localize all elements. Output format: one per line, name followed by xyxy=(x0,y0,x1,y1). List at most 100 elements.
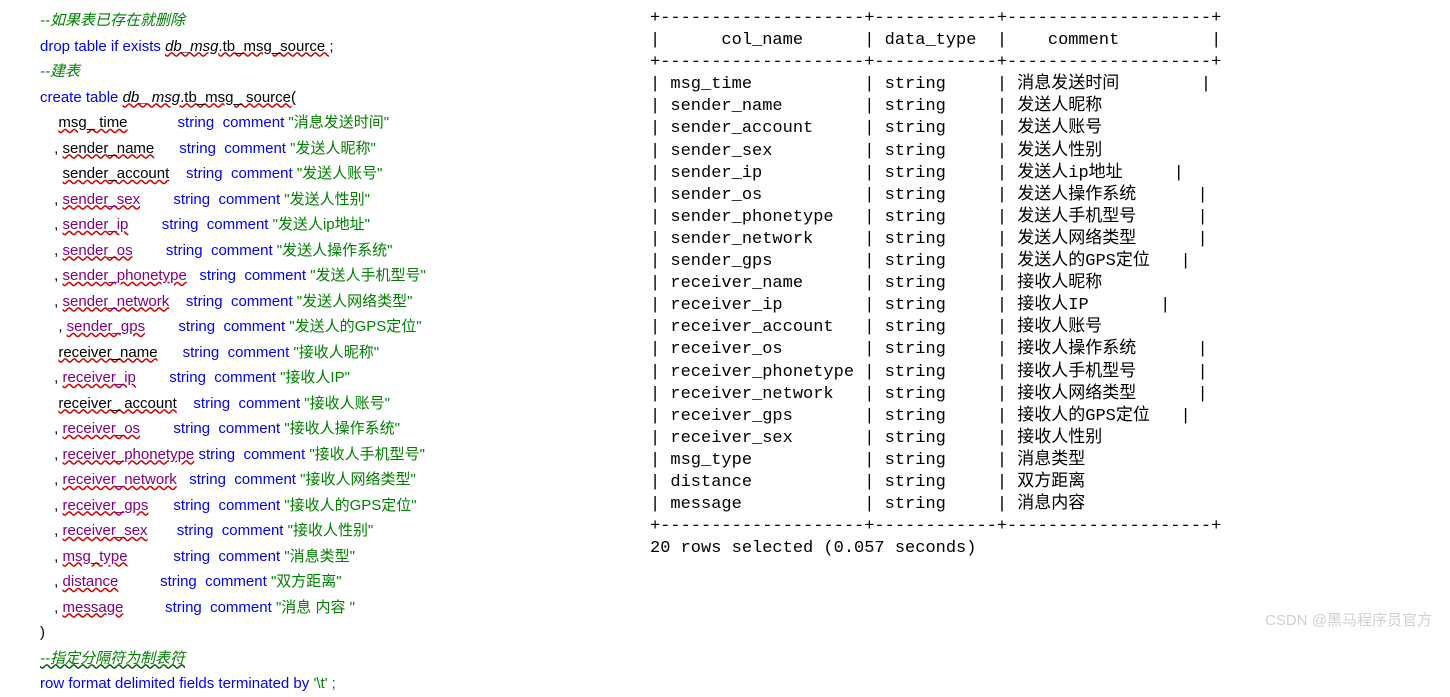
close-paren: ) xyxy=(40,624,45,641)
type-kw: string xyxy=(178,114,223,131)
column-name: receiver_network xyxy=(63,471,177,488)
punct: , xyxy=(50,497,63,514)
column-name: receiver_ip xyxy=(63,369,136,386)
spacing xyxy=(154,140,179,157)
spacing xyxy=(140,420,173,437)
comment-kw: comment xyxy=(218,191,284,208)
type-kw: string xyxy=(183,344,228,361)
type-kw: string xyxy=(189,471,234,488)
table-row: | sender_gps | string | 发送人的GPS定位 | xyxy=(640,251,1450,273)
column-def: receiver_ account string comment "接收人账号" xyxy=(50,391,630,417)
table-body: | msg_time | string | 消息发送时间 | | sender_n… xyxy=(640,74,1450,516)
column-name: receiver_name xyxy=(58,344,157,361)
string-literal: "发送人网络类型" xyxy=(297,293,413,310)
punct: , xyxy=(50,522,63,539)
spacing xyxy=(177,395,194,412)
table-row: | msg_type | string | 消息类型 xyxy=(640,450,1450,472)
table-row: | msg_time | string | 消息发送时间 | xyxy=(640,74,1450,96)
type-kw: string xyxy=(160,573,205,590)
table-row: | sender_sex | string | 发送人性别 xyxy=(640,141,1450,163)
comment-kw: comment xyxy=(234,471,300,488)
comment-kw: comment xyxy=(205,573,271,590)
string-literal: "发送人操作系统" xyxy=(277,242,393,259)
type-kw: string xyxy=(199,267,244,284)
column-def: , receiver_os string comment "接收人操作系统" xyxy=(50,416,630,442)
table-row: | receiver_network | string | 接收人网络类型 | xyxy=(640,384,1450,406)
comment-kw: comment xyxy=(210,599,276,616)
column-name: sender_sex xyxy=(63,191,141,208)
punct: , xyxy=(50,267,63,284)
table-row: | sender_network | string | 发送人网络类型 | xyxy=(640,229,1450,251)
column-def: , receiver_sex string comment "接收人性别" xyxy=(50,518,630,544)
db-name: db_ msg xyxy=(123,89,181,106)
spacing xyxy=(158,344,183,361)
comment: --指定分隔符为制表符 xyxy=(40,650,185,667)
type-kw: string xyxy=(162,216,207,233)
column-def: , sender_phonetype string comment "发送人手机… xyxy=(50,263,630,289)
comment-kw: comment xyxy=(207,216,273,233)
string-literal: "接收人IP" xyxy=(280,369,350,386)
spacing xyxy=(128,548,174,565)
string-literal: "接收人网络类型" xyxy=(300,471,416,488)
punct: , xyxy=(50,140,63,157)
kw: create table xyxy=(40,89,123,106)
column-def: , receiver_phonetype string comment "接收人… xyxy=(50,442,630,468)
column-name: distance xyxy=(63,573,119,590)
type-kw: string xyxy=(186,165,231,182)
column-name: sender_gps xyxy=(67,318,145,335)
spacing xyxy=(148,522,177,539)
punct: , xyxy=(50,369,63,386)
column-def: , sender_name string comment "发送人昵称" xyxy=(50,136,630,162)
string-literal: "发送人账号" xyxy=(297,165,383,182)
column-name: receiver_ account xyxy=(58,395,176,412)
punct: , xyxy=(50,599,63,616)
table-row: | receiver_sex | string | 接收人性别 xyxy=(640,428,1450,450)
column-def: , distance string comment "双方距离" xyxy=(50,569,630,595)
string-literal: '\t' ; xyxy=(313,675,335,692)
comment-kw: comment xyxy=(222,522,288,539)
column-def: , receiver_ip string comment "接收人IP" xyxy=(50,365,630,391)
column-def: , sender_network string comment "发送人网络类型… xyxy=(50,289,630,315)
comment-kw: comment xyxy=(218,497,284,514)
string-literal: "接收人手机型号" xyxy=(309,446,425,463)
column-name: sender_name xyxy=(63,140,155,157)
comment-kw: comment xyxy=(228,344,294,361)
kw: drop table if exists xyxy=(40,38,165,55)
type-kw: string xyxy=(173,497,218,514)
column-name: sender_phonetype xyxy=(63,267,187,284)
column-def: receiver_name string comment "接收人昵称" xyxy=(50,340,630,366)
punct: , xyxy=(50,216,63,233)
table-row: | sender_account | string | 发送人账号 xyxy=(640,118,1450,140)
spacing xyxy=(128,114,178,131)
db-name: db_msg xyxy=(165,38,218,55)
sql-editor[interactable]: --如果表已存在就删除 drop table if exists db_msg.… xyxy=(0,0,640,638)
type-kw: string xyxy=(198,446,243,463)
table-row: | receiver_ip | string | 接收人IP | xyxy=(640,295,1450,317)
code-line: ) xyxy=(40,620,630,646)
comment-kw: comment xyxy=(218,420,284,437)
type-kw: string xyxy=(193,395,238,412)
column-def: , message string comment "消息 内容 " xyxy=(50,595,630,621)
punct: , xyxy=(50,446,63,463)
string-literal: "发送人昵称" xyxy=(290,140,376,157)
punct: , xyxy=(50,420,63,437)
spacing xyxy=(148,497,173,514)
string-literal: "消息发送时间" xyxy=(288,114,389,131)
watermark: CSDN @黑马程序员官方 xyxy=(1265,609,1432,630)
punct: , xyxy=(50,318,67,335)
code-line: create table db_ msg.tb_msg_ source( xyxy=(40,85,630,111)
terminal-output: +--------------------+------------+-----… xyxy=(640,0,1450,638)
type-kw: string xyxy=(186,293,231,310)
column-name: sender_os xyxy=(63,242,133,259)
table-border: +--------------------+------------+-----… xyxy=(640,8,1450,30)
column-def: , sender_gps string comment "发送人的GPS定位" xyxy=(50,314,630,340)
punct: , xyxy=(50,471,63,488)
comment-kw: comment xyxy=(224,140,290,157)
code-line: --如果表已存在就删除 xyxy=(40,8,630,34)
string-literal: "接收人的GPS定位" xyxy=(284,497,416,514)
spacing xyxy=(177,471,190,488)
column-def: , msg_type string comment "消息类型" xyxy=(50,544,630,570)
table-row: | receiver_gps | string | 接收人的GPS定位 | xyxy=(640,406,1450,428)
spacing xyxy=(123,599,165,616)
spacing xyxy=(136,369,169,386)
